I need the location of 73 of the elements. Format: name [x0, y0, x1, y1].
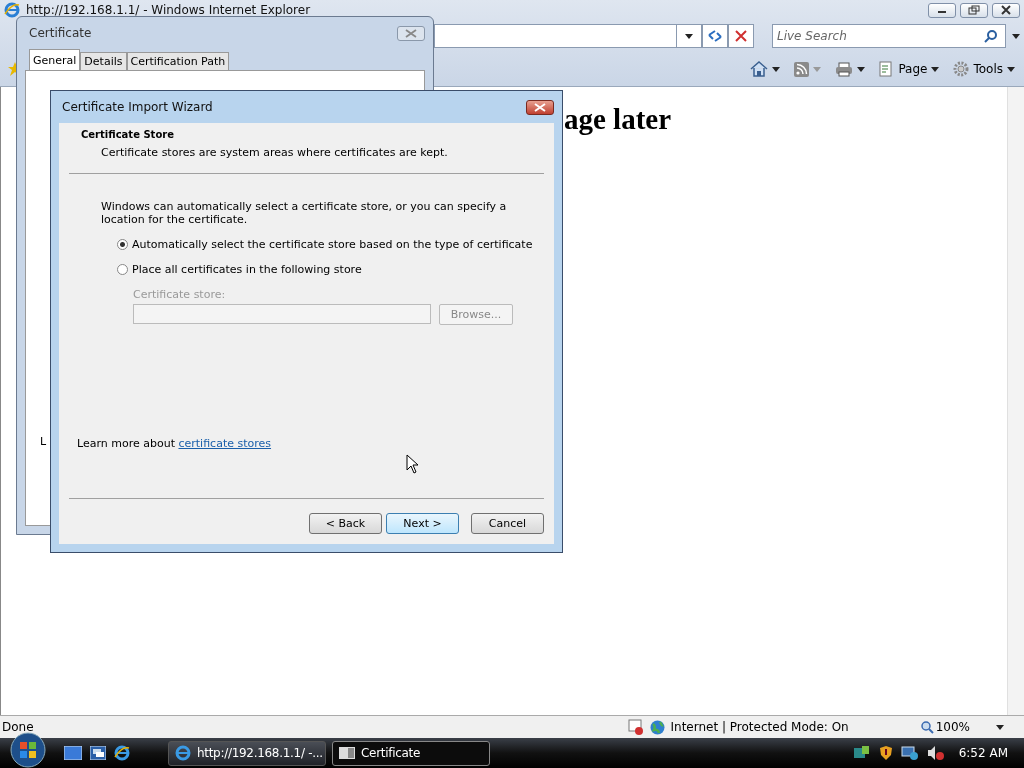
- link-text: L: [40, 435, 47, 448]
- close-icon: [1000, 5, 1012, 15]
- magnifier-icon: [920, 720, 934, 734]
- page-heading: age later: [564, 103, 672, 136]
- muted-speaker-icon[interactable]: [926, 745, 945, 761]
- window-icon: [339, 747, 355, 759]
- printer-icon: [835, 61, 854, 77]
- search-icon[interactable]: [984, 29, 998, 43]
- tools-menu-button[interactable]: Tools: [950, 59, 1018, 79]
- globe-icon: [649, 719, 665, 735]
- dropdown-icon[interactable]: [1012, 33, 1020, 39]
- certificate-stores-link[interactable]: certificate stores: [178, 437, 272, 450]
- caret-icon: [857, 66, 866, 72]
- caret-icon: [685, 33, 693, 39]
- radio-option[interactable]: Automatically select the certificate store based on the type of certificate: [117, 238, 544, 251]
- learn-more-text: Learn more about certificate stores: [77, 437, 273, 450]
- taskbar-button[interactable]: http://192.168.1.1/ -...: [168, 740, 326, 766]
- tab[interactable]: General: [29, 49, 81, 70]
- minimize-button[interactable]: [928, 2, 956, 18]
- gear-icon: [953, 61, 970, 77]
- stop-button[interactable]: [728, 24, 754, 48]
- browser-logo-icon: [4, 2, 20, 18]
- close-button[interactable]: [992, 2, 1020, 18]
- page-menu-button[interactable]: Page: [876, 59, 943, 79]
- security-zone-text: Internet | Protected Mode: On: [670, 720, 849, 734]
- zoom-button[interactable]: 100%: [914, 719, 976, 735]
- address-field[interactable]: [434, 24, 676, 48]
- field-label: Certificate store:: [133, 288, 227, 301]
- feed-icon: [794, 61, 810, 77]
- radio-button[interactable]: [117, 264, 128, 275]
- dialog-button[interactable]: Next >: [386, 513, 459, 534]
- browser-logo-icon[interactable]: [114, 745, 130, 761]
- caret-icon: [1007, 66, 1015, 72]
- start-button[interactable]: [10, 732, 46, 768]
- restore-icon: [968, 5, 980, 15]
- close-icon: [405, 28, 417, 38]
- browser-logo-icon: [175, 745, 191, 761]
- taskbar-button[interactable]: Certificate: [332, 740, 490, 766]
- document-icon: [879, 61, 895, 77]
- description-text: Windows can automatically select a certificate store, or you can specify a location for the certificate.: [101, 200, 508, 226]
- refresh-button[interactable]: [702, 24, 728, 48]
- radio-button[interactable]: [117, 239, 128, 250]
- switch-windows-icon[interactable]: [90, 746, 106, 760]
- dialog-button[interactable]: Cancel: [471, 513, 544, 534]
- shield-icon[interactable]: [878, 745, 893, 761]
- tab[interactable]: Certification Path: [126, 52, 230, 70]
- search-field[interactable]: Live Search: [772, 24, 1006, 48]
- tab[interactable]: Details: [80, 52, 127, 70]
- network-icon[interactable]: [852, 745, 871, 761]
- home-icon: [750, 61, 769, 77]
- caret-icon: [772, 66, 781, 72]
- radio-option[interactable]: Place all certificates in the following store: [117, 263, 544, 276]
- mouse-cursor-icon: [406, 454, 420, 474]
- network-icon[interactable]: [900, 745, 919, 761]
- window-title: http://192.168.1.1/ - Windows Internet Explorer: [26, 3, 312, 17]
- close-icon: [735, 30, 747, 42]
- section-subtitle: Certificate stores are system areas where certificates are kept.: [100, 145, 449, 159]
- dropdown-icon[interactable]: [996, 724, 1004, 730]
- caret-icon: [931, 66, 940, 72]
- dialog-title: Certificate: [28, 26, 92, 40]
- section-title: Certificate Store: [81, 129, 175, 140]
- dialog-title: Certificate Import Wizard: [61, 100, 213, 114]
- status-text: Done: [2, 720, 35, 734]
- refresh-icon: [707, 29, 723, 43]
- close-button[interactable]: [526, 99, 554, 115]
- close-icon: [534, 102, 546, 112]
- caret-icon: [813, 66, 822, 72]
- dropdown-button[interactable]: [676, 24, 702, 48]
- restore-button[interactable]: [960, 2, 988, 18]
- blocked-icon: [627, 719, 644, 735]
- dialog-button[interactable]: < Back: [309, 513, 382, 534]
- scrollbar[interactable]: [1007, 87, 1024, 715]
- clock: 6:52 AM: [958, 746, 1008, 760]
